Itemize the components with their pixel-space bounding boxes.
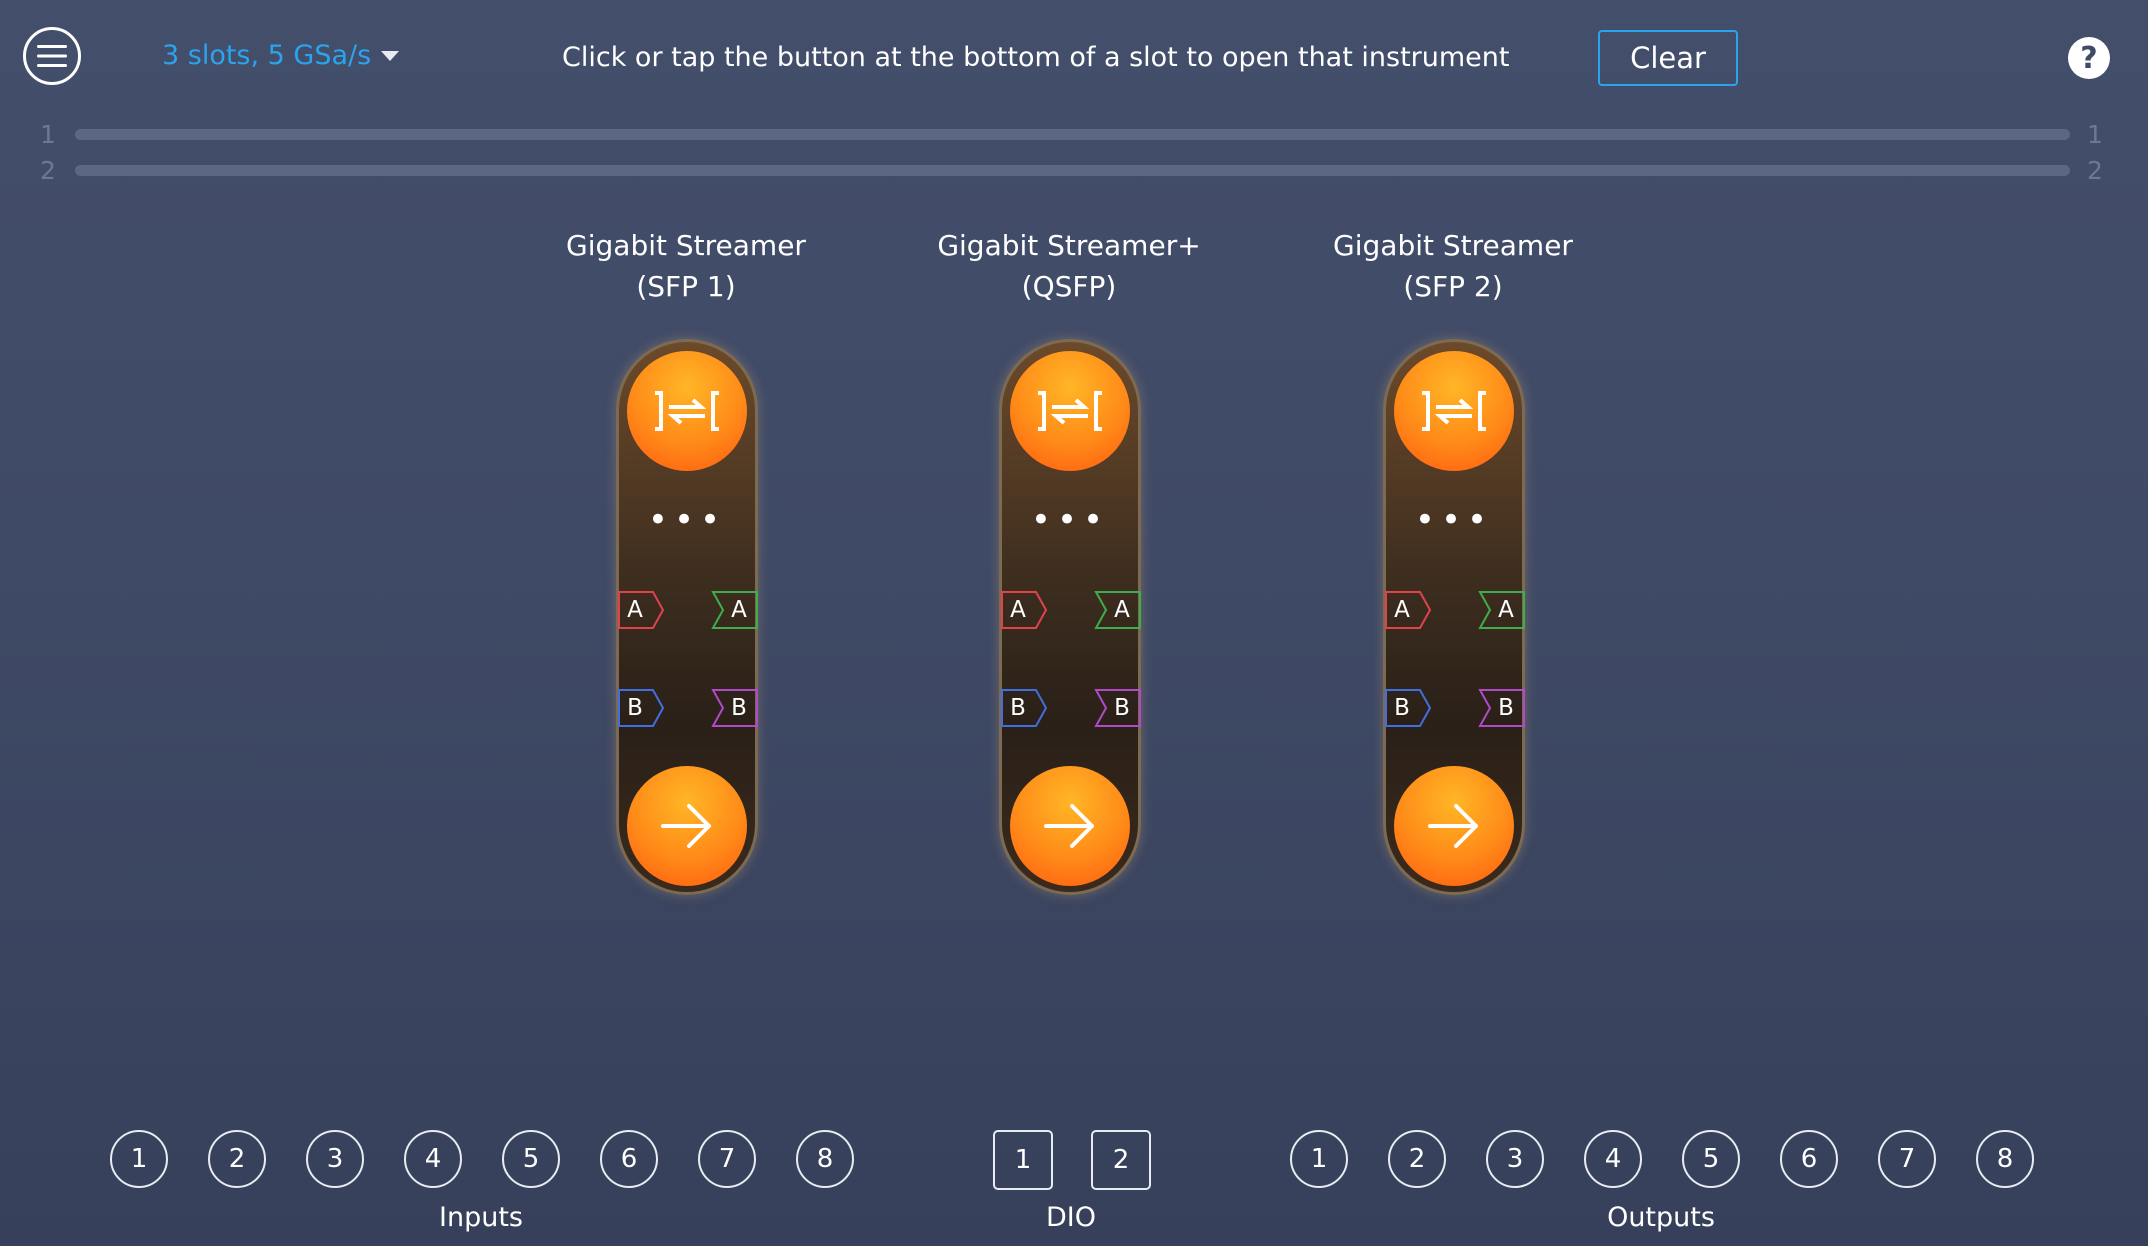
- slot-3: ••• A A B B: [1383, 339, 1525, 895]
- port-out-a[interactable]: A: [1478, 590, 1526, 630]
- slot-options-dots[interactable]: •••: [1386, 503, 1522, 537]
- input-6[interactable]: 6: [600, 1130, 658, 1188]
- input-7[interactable]: 7: [698, 1130, 756, 1188]
- port-label: B: [627, 695, 643, 721]
- dio-label: DIO: [1045, 1202, 1096, 1233]
- streamer-icon: [1038, 391, 1102, 431]
- port-out-b[interactable]: B: [711, 688, 759, 728]
- input-2[interactable]: 2: [208, 1130, 266, 1188]
- open-instrument-button[interactable]: [1394, 766, 1514, 886]
- port-in-b[interactable]: B: [617, 688, 665, 728]
- help-button[interactable]: ?: [2068, 37, 2110, 79]
- output-2[interactable]: 2: [1388, 1130, 1446, 1188]
- slot-title-line1: Gigabit Streamer: [1333, 229, 1573, 262]
- output-6[interactable]: 6: [1780, 1130, 1838, 1188]
- slot-config-label: 3 slots, 5 GSa/s: [162, 40, 372, 71]
- streamer-icon: [1422, 391, 1486, 431]
- output-1[interactable]: 1: [1290, 1130, 1348, 1188]
- port-label: A: [1114, 597, 1130, 623]
- port-in-b[interactable]: B: [1384, 688, 1432, 728]
- instructions-text: Click or tap the button at the bottom of…: [562, 42, 1510, 73]
- instrument-icon-button[interactable]: [627, 351, 747, 471]
- port-label: A: [1498, 597, 1514, 623]
- outputs-label: Outputs: [1607, 1202, 1715, 1233]
- instrument-icon-button[interactable]: [1394, 351, 1514, 471]
- port-label: B: [731, 695, 747, 721]
- output-5[interactable]: 5: [1682, 1130, 1740, 1188]
- port-in-b[interactable]: B: [1000, 688, 1048, 728]
- open-instrument-button[interactable]: [1010, 766, 1130, 886]
- inputs-label: Inputs: [439, 1202, 523, 1233]
- slot-config-dropdown[interactable]: 3 slots, 5 GSa/s: [162, 40, 400, 71]
- dio-1[interactable]: 1: [993, 1130, 1053, 1190]
- arrow-right-icon: [661, 804, 711, 848]
- output-8[interactable]: 8: [1976, 1130, 2034, 1188]
- port-label: A: [1394, 597, 1410, 623]
- port-out-a[interactable]: A: [1094, 590, 1142, 630]
- port-out-b[interactable]: B: [1478, 688, 1526, 728]
- track-number-left: 1: [40, 120, 56, 149]
- slot-title-line1: Gigabit Streamer+: [937, 229, 1201, 262]
- arrow-right-icon: [1428, 804, 1478, 848]
- port-label: B: [1010, 695, 1026, 721]
- streamer-icon: [655, 391, 719, 431]
- port-label: B: [1394, 695, 1410, 721]
- slot-options-dots[interactable]: •••: [1002, 503, 1138, 537]
- input-4[interactable]: 4: [404, 1130, 462, 1188]
- port-label: A: [731, 597, 747, 623]
- port-out-a[interactable]: A: [711, 590, 759, 630]
- output-4[interactable]: 4: [1584, 1130, 1642, 1188]
- slot-title-line1: Gigabit Streamer: [566, 229, 806, 262]
- input-3[interactable]: 3: [306, 1130, 364, 1188]
- open-instrument-button[interactable]: [627, 766, 747, 886]
- slot-title-2: Gigabit Streamer+ (QSFP): [889, 225, 1249, 307]
- slot-title-line2: (SFP 2): [1403, 270, 1503, 303]
- port-out-b[interactable]: B: [1094, 688, 1142, 728]
- arrow-right-icon: [1044, 804, 1094, 848]
- port-label: A: [627, 597, 643, 623]
- menu-button[interactable]: [23, 27, 81, 85]
- track-row-2: 2 2: [0, 156, 2148, 186]
- track-number-right: 2: [2087, 156, 2103, 185]
- port-label: B: [1498, 695, 1514, 721]
- clear-button[interactable]: Clear: [1598, 30, 1738, 86]
- caret-down-icon: [381, 50, 400, 61]
- slot-title-1: Gigabit Streamer (SFP 1): [506, 225, 866, 307]
- slot-2: ••• A A B B: [999, 339, 1141, 895]
- slot-1: ••• A A B B: [616, 339, 758, 895]
- dio-2[interactable]: 2: [1091, 1130, 1151, 1190]
- input-8[interactable]: 8: [796, 1130, 854, 1188]
- input-5[interactable]: 5: [502, 1130, 560, 1188]
- slot-options-dots[interactable]: •••: [619, 503, 755, 537]
- slot-title-3: Gigabit Streamer (SFP 2): [1273, 225, 1633, 307]
- port-in-a[interactable]: A: [617, 590, 665, 630]
- track-number-right: 1: [2087, 120, 2103, 149]
- output-7[interactable]: 7: [1878, 1130, 1936, 1188]
- slot-title-line2: (QSFP): [1021, 270, 1117, 303]
- track-row-1: 1 1: [0, 120, 2148, 150]
- instrument-icon-button[interactable]: [1010, 351, 1130, 471]
- hamburger-menu-icon: [37, 45, 67, 67]
- track-bar: [75, 165, 2070, 176]
- output-3[interactable]: 3: [1486, 1130, 1544, 1188]
- port-in-a[interactable]: A: [1384, 590, 1432, 630]
- port-label: A: [1010, 597, 1026, 623]
- input-1[interactable]: 1: [110, 1130, 168, 1188]
- track-number-left: 2: [40, 156, 56, 185]
- slot-title-line2: (SFP 1): [636, 270, 736, 303]
- track-bar: [75, 129, 2070, 140]
- port-in-a[interactable]: A: [1000, 590, 1048, 630]
- port-label: B: [1114, 695, 1130, 721]
